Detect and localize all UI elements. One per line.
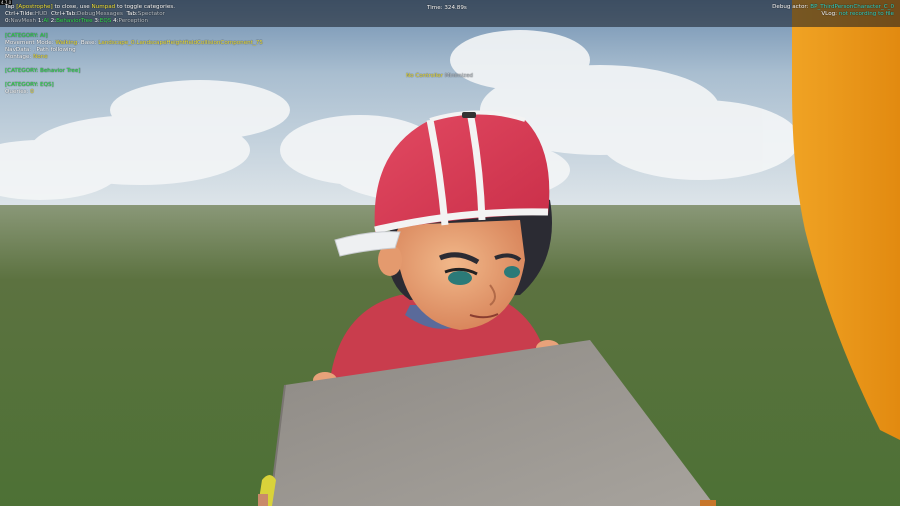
minimized-text: Minimized (444, 73, 474, 79)
character-eye-left (448, 271, 472, 285)
queries-label: Queries: (5, 89, 31, 95)
category-ai[interactable]: AI (43, 18, 48, 24)
shortcut-debug-messages: DebugMessages (77, 11, 123, 17)
hud-help-line: Tap [Apostrophe] to close, use Numpad to… (5, 4, 175, 11)
navdata-line: NavData: , Path following (5, 47, 76, 53)
debug-actor-line: Debug actor: BP_ThirdPersonCharacter_C_0 (772, 4, 894, 11)
category-behavior-tree[interactable]: BehaviorTree (56, 18, 93, 24)
shortcut-tab: Tab: (126, 11, 138, 17)
help-suffix: to toggle categories. (115, 4, 175, 10)
shortcut-spectator: Spectator (137, 11, 165, 17)
character-cap-button (462, 112, 476, 118)
base-label: , Base: (77, 40, 99, 46)
category-perception[interactable]: Perception (119, 18, 149, 24)
shortcut-hud: HUD (34, 11, 48, 17)
montage-line: Montage: None (5, 54, 48, 61)
queries-line: Queries: 0 (5, 89, 34, 96)
base-value: Landscape_0.LandscapeHeightfieldCollisio… (98, 40, 263, 46)
debug-actor-label: Debug actor: (772, 4, 809, 10)
vlog-value: not recording to file (838, 11, 894, 17)
no-controller-label: No Controller Minimized (406, 73, 473, 80)
vlog-label: VLog: (821, 11, 838, 17)
hud-categories-line: 0:NavMesh 1:AI 2:BehaviorTree 3:EQS 4:Pe… (5, 18, 148, 25)
movement-label: Movement Mode: (5, 40, 56, 46)
category-eqs-header: [CATEGORY: EQS] (5, 82, 54, 88)
montage-value: None (33, 54, 48, 60)
shortcut-ctrl-tab: Ctrl+Tab: (51, 11, 78, 17)
help-key-numpad: Numpad (91, 4, 116, 10)
movement-mode: Walking (55, 40, 78, 46)
debug-actor-value: BP_ThirdPersonCharacter_C_0 (810, 4, 894, 10)
character-eye-right (504, 266, 520, 278)
movement-line: Movement Mode: Walking, Base: Landscape_… (5, 40, 263, 47)
shortcut-ctrl-tilde: Ctrl+Tilde: (5, 11, 35, 17)
category-eqs[interactable]: EQS (100, 18, 112, 24)
help-prefix: Tap (5, 4, 17, 10)
category-navmesh[interactable]: NavMesh (10, 18, 36, 24)
category-bt-header: [CATEGORY: Behavior Tree] (5, 68, 81, 74)
montage-label: Montage: (5, 54, 34, 60)
hud-shortcuts-line: Ctrl+Tilde:HUD Ctrl+Tab:DebugMessages Ta… (5, 11, 165, 18)
no-controller-text: No Controller (406, 73, 443, 79)
help-mid: to close, use (52, 4, 92, 10)
vlog-line: VLog: not recording to file (821, 11, 894, 18)
category-ai-header: [CATEGORY: AI] (5, 33, 48, 39)
time-readout: Time: 324.89s (427, 5, 467, 11)
queries-value: 0 (30, 89, 34, 95)
help-key-apostrophe: [Apostrophe] (16, 4, 53, 10)
